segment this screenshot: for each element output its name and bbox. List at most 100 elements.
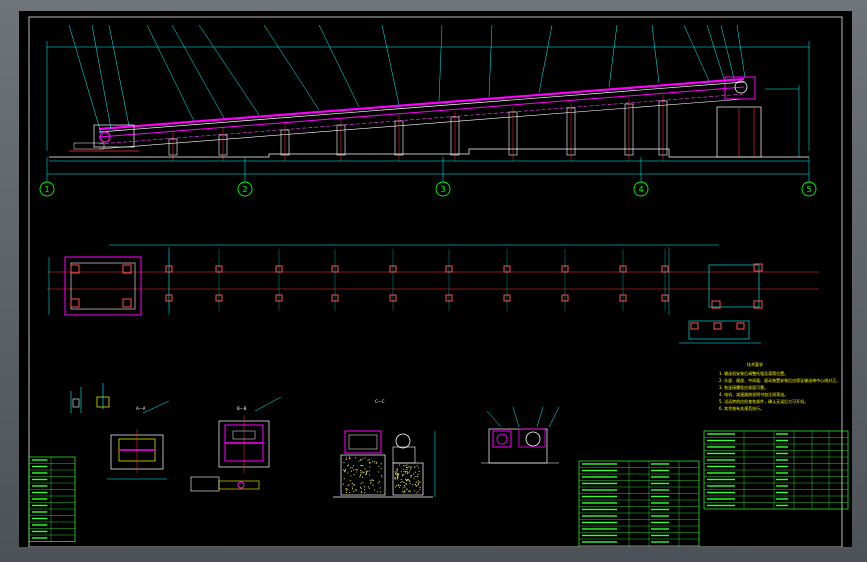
note-line-1: 1. 输送机安装后调整托辊及滚筒位置。 (719, 370, 788, 376)
hatch-dot (412, 484, 414, 486)
table-cell-text-mark (32, 530, 48, 533)
hatch-dot (402, 468, 404, 471)
hatch-dot (372, 479, 374, 481)
table-cell-text-mark (776, 433, 788, 435)
hatch-dot (418, 483, 420, 485)
table-cell-text-mark (776, 485, 788, 487)
table-cell-text-mark (32, 485, 48, 487)
hatch-dot (404, 472, 406, 474)
hatch-dot (349, 457, 351, 459)
bill-of-materials-table (578, 460, 700, 547)
hatch-dot (406, 488, 408, 490)
table-cell-text-mark (707, 446, 735, 448)
table-cell-text-mark (776, 459, 788, 461)
table-cell-text-mark (651, 495, 669, 498)
hatch-dot (417, 490, 419, 493)
hatch-dot (347, 488, 349, 490)
table-cell-text-mark (707, 452, 735, 455)
table-cell-text-mark (651, 541, 669, 543)
hatch-dot (343, 470, 345, 472)
hatch-dot (404, 478, 407, 480)
hatch-dot (397, 484, 399, 486)
hatch-dot (373, 489, 376, 491)
hatch-dot (362, 472, 364, 474)
hatch-dot (395, 478, 397, 480)
section-b-label: B—B (237, 406, 247, 411)
table-cell-text-mark (707, 485, 735, 487)
hatch-dot (361, 471, 363, 473)
hatch-dot (369, 462, 371, 464)
note-line-3: 3. 各连接螺栓应紧固可靠。 (719, 384, 768, 390)
hatch-dot (395, 474, 397, 476)
hatch-dot (359, 476, 361, 478)
hatch-dot (350, 475, 352, 477)
table-cell-text-mark (776, 472, 788, 474)
hatch-dot (409, 491, 411, 493)
hatch-dot (363, 486, 366, 488)
table-cell-text-mark (776, 439, 788, 442)
hatch-dot (355, 489, 358, 492)
hatch-dot (403, 465, 405, 467)
table-cell-text-mark (776, 465, 788, 468)
hatch-dot (347, 472, 349, 474)
hatch-dot (353, 490, 355, 492)
hatch-dot (362, 481, 364, 483)
hatch-dot (351, 488, 354, 490)
table-cell-text-mark (776, 491, 788, 494)
section-b-b: B—B (190, 396, 282, 492)
note-line-5: 5. 试运转前应检查各部件，确认无误后方可开机。 (719, 398, 808, 404)
hatch-dot (413, 478, 415, 480)
hatch-dot (368, 459, 370, 461)
hatch-dot (364, 492, 366, 494)
hatch-dot (394, 473, 397, 475)
hatch-dot (419, 488, 421, 491)
hatch-dot (398, 486, 400, 488)
hatch-dot (354, 489, 356, 491)
hatch-dot (358, 460, 360, 462)
table-cell-text-mark (32, 524, 48, 526)
hatch-dot (368, 470, 370, 472)
part-leaders (68, 24, 746, 134)
hatch-dot (395, 471, 398, 473)
head-drive-unit (716, 76, 800, 158)
viewer-frame: 12345 A—A B—B C—C 技术要求 1. 输送机安装后调整托辊及滚筒位… (0, 0, 867, 562)
hatch-dot (396, 468, 398, 470)
hatch-dot (401, 474, 403, 476)
hatch-dot (369, 466, 371, 468)
table-cell-text-mark (32, 465, 48, 468)
hatch-dot (380, 474, 382, 477)
table-cell-text-mark (651, 521, 669, 524)
table-cell-text-mark (651, 502, 669, 504)
axis-label: 5 (806, 185, 811, 194)
table-cell-text-mark (582, 521, 617, 524)
table-cell-text-mark (651, 528, 669, 530)
table-cell-text-mark (707, 491, 735, 494)
hatch-dot (405, 470, 407, 472)
hatch-dot (409, 480, 411, 483)
hatch-dot (351, 483, 353, 485)
table-cell-text-mark (651, 476, 669, 478)
hatch-dot (360, 483, 362, 485)
hatch-dot (377, 471, 379, 473)
hatch-dot (372, 484, 374, 486)
hatch-dot (403, 482, 405, 484)
hatch-dot (400, 482, 402, 484)
hatch-dot (351, 486, 353, 488)
hatch-dot (406, 471, 408, 473)
table-cell-text-mark (651, 534, 669, 537)
hatch-dot (405, 484, 407, 486)
hatch-dot (408, 490, 410, 492)
hatch-dot (400, 471, 402, 473)
hatch-dot (397, 473, 399, 475)
table-cell-text-mark (582, 463, 617, 465)
hatch-dot (415, 481, 417, 483)
hatch-dot (414, 471, 416, 473)
notes-title: 技术要求 (747, 361, 763, 367)
hatch-dot (418, 481, 420, 483)
hatch-dot (405, 479, 408, 481)
hatch-dot (378, 465, 380, 468)
hatch-dot (361, 464, 363, 467)
table-cell-text-mark (776, 446, 788, 448)
hatch-dot (394, 477, 396, 479)
hatch-dot (419, 481, 421, 483)
